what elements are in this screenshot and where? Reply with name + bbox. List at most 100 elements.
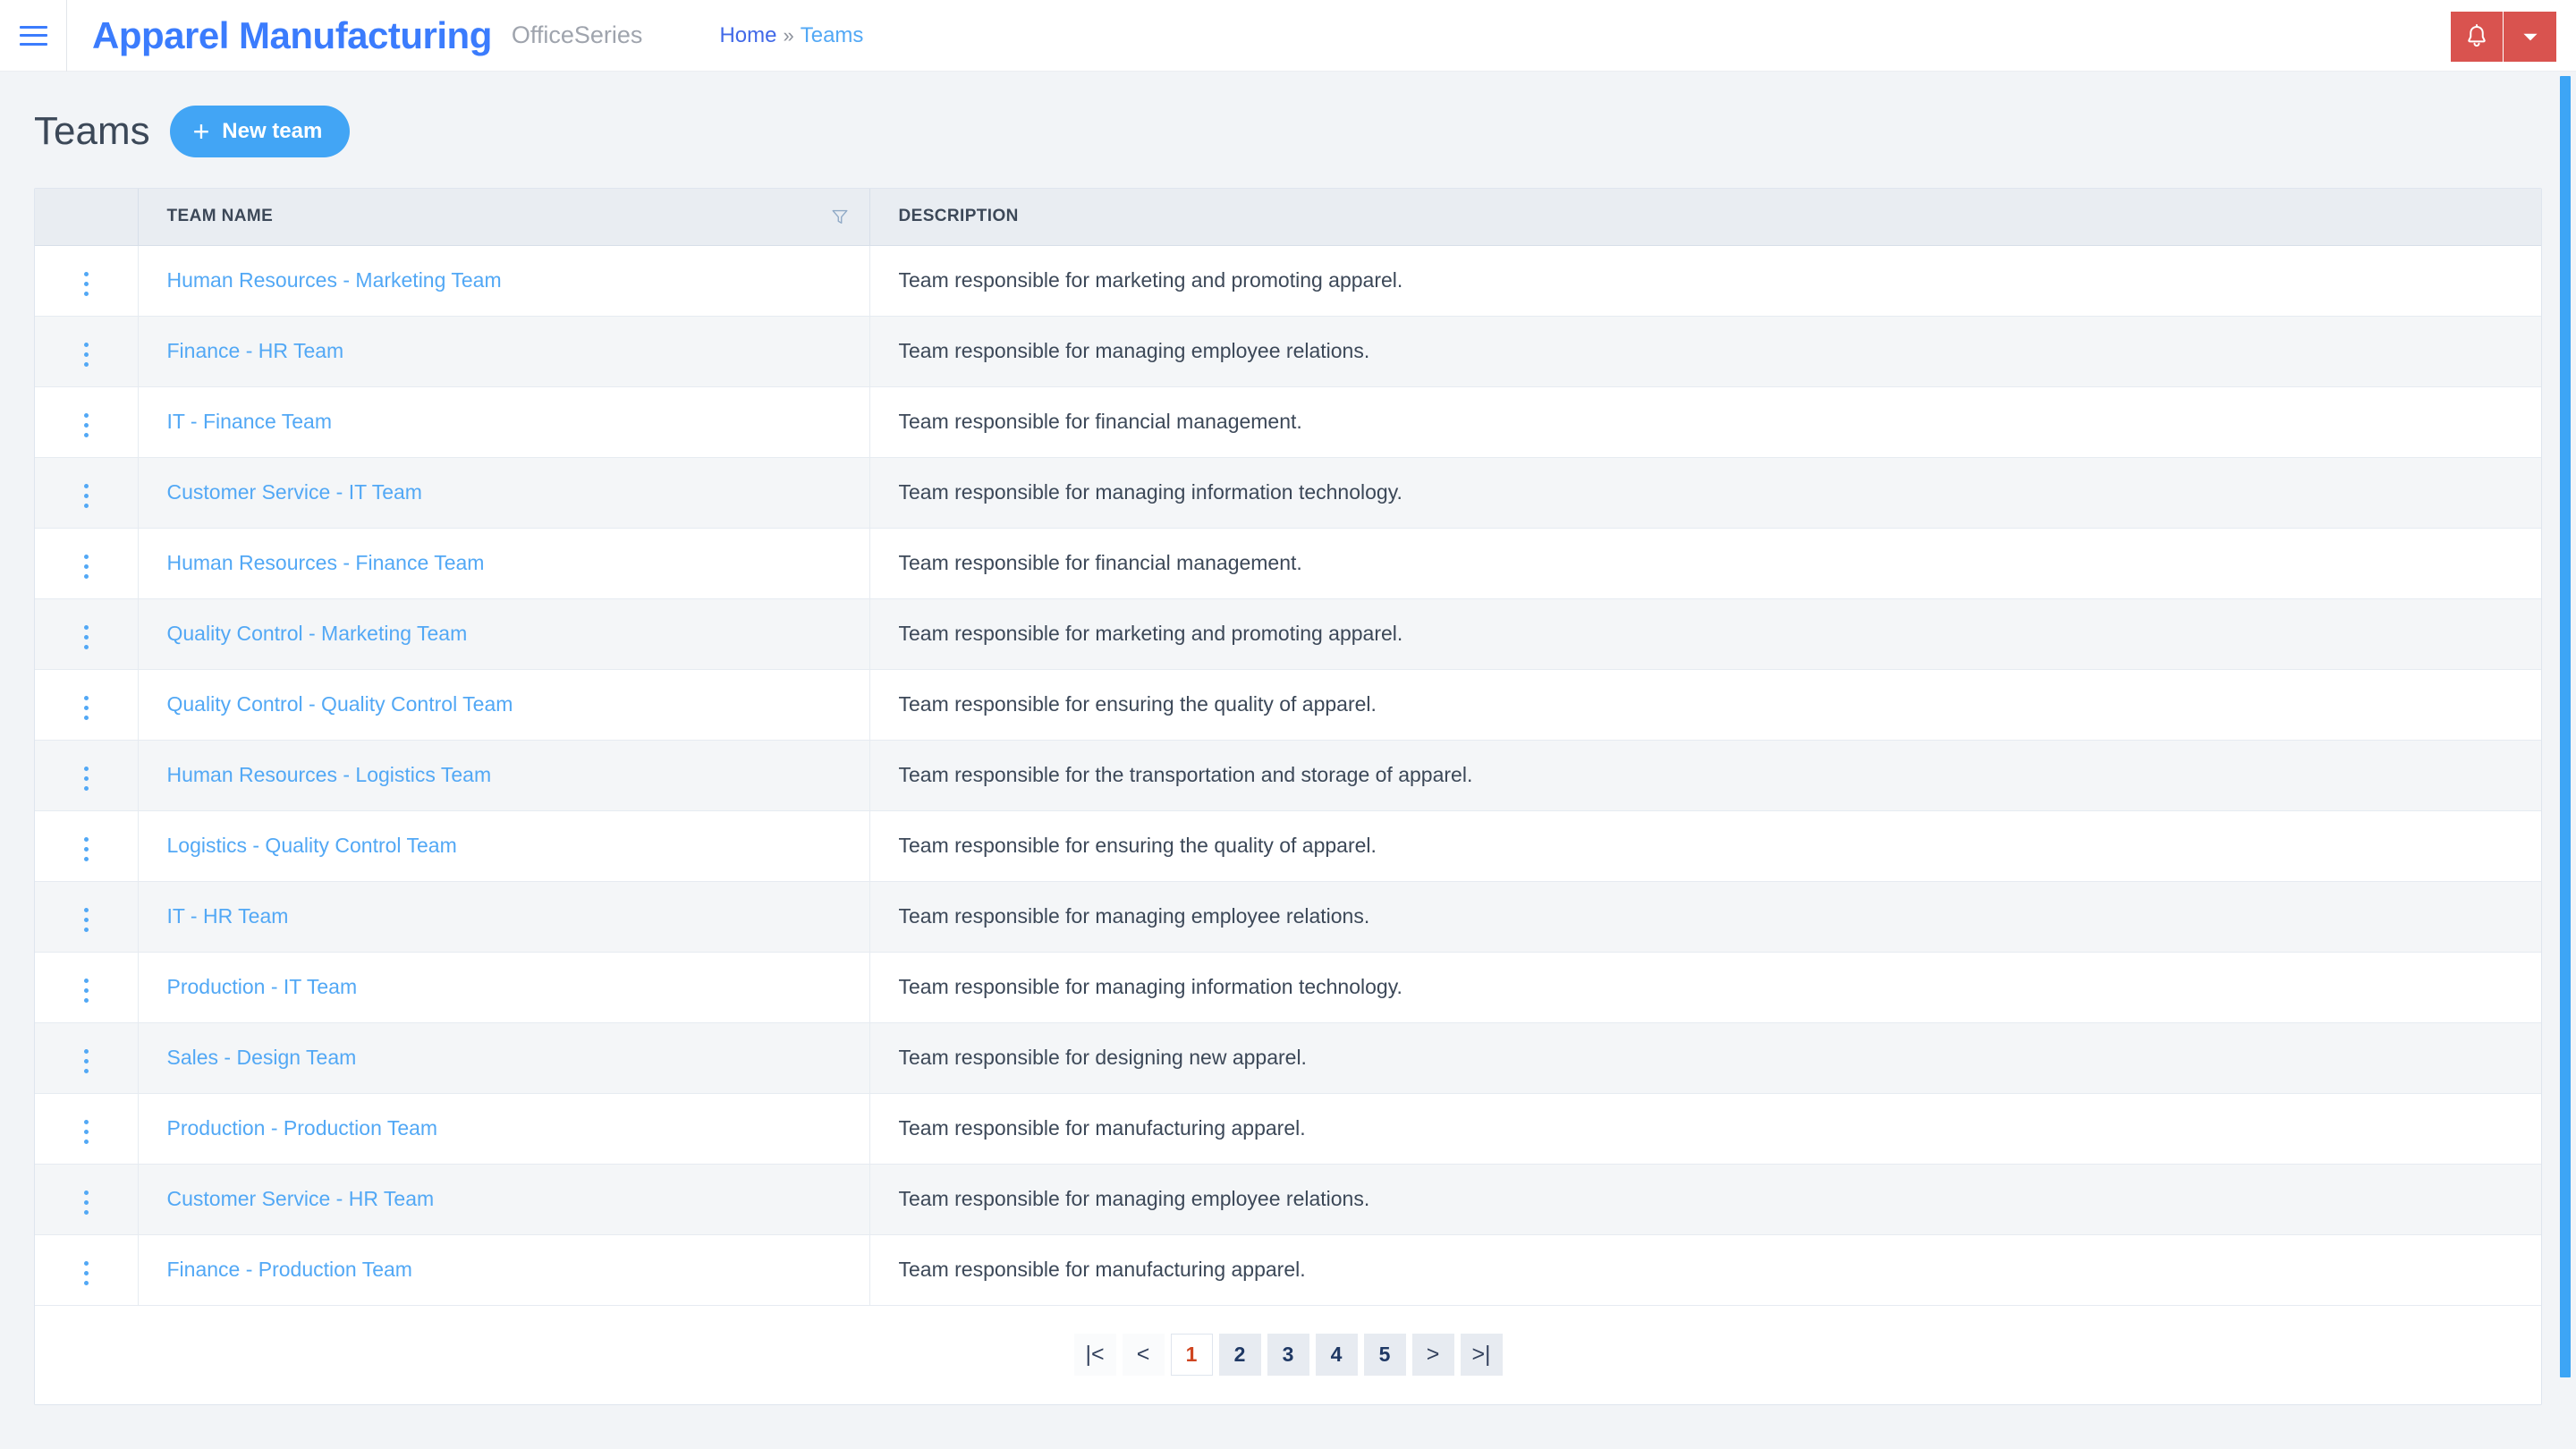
kebab-menu-icon[interactable] xyxy=(73,1254,99,1292)
table-row: Quality Control - Marketing Team Team res… xyxy=(35,598,2541,670)
team-description-cell: Team responsible for marketing and promo… xyxy=(869,598,2541,670)
pagination-prev-button[interactable]: < xyxy=(1122,1334,1165,1376)
team-name-link[interactable]: Customer Service - HR Team xyxy=(167,1187,435,1210)
kebab-menu-icon[interactable] xyxy=(73,547,99,586)
pagination-next-button[interactable]: > xyxy=(1411,1334,1454,1376)
row-actions-cell xyxy=(35,1093,139,1165)
kebab-menu-icon[interactable] xyxy=(73,689,99,727)
team-name-cell: Production - Production Team xyxy=(138,1093,870,1165)
table-row: Production - IT Team Team responsible for… xyxy=(35,952,2541,1023)
table-row: Quality Control - Quality Control Team Te… xyxy=(35,669,2541,741)
team-description-cell: Team responsible for marketing and promo… xyxy=(869,245,2541,317)
row-actions-cell xyxy=(35,810,139,882)
table-row: Finance - Production Team Team responsibl… xyxy=(35,1234,2541,1306)
navbar-right-actions xyxy=(2451,12,2556,62)
team-name-link[interactable]: Production - IT Team xyxy=(167,975,358,998)
new-team-button[interactable]: + New team xyxy=(169,106,351,157)
team-name-link[interactable]: Quality Control - Quality Control Team xyxy=(167,692,513,716)
kebab-menu-icon[interactable] xyxy=(73,618,99,657)
team-description-cell: Team responsible for the transportation … xyxy=(869,740,2541,811)
team-name-link[interactable]: Human Resources - Marketing Team xyxy=(167,268,502,292)
team-name-cell: Customer Service - HR Team xyxy=(138,1164,870,1235)
team-description-cell: Team responsible for designing new appar… xyxy=(869,1022,2541,1094)
team-description-cell: Team responsible for manufacturing appar… xyxy=(869,1093,2541,1165)
pagination-last-button[interactable]: >| xyxy=(1460,1334,1503,1376)
team-name-link[interactable]: Logistics - Quality Control Team xyxy=(167,834,457,857)
column-header-menu xyxy=(35,189,139,246)
notifications-button[interactable] xyxy=(2451,12,2504,62)
row-actions-cell xyxy=(35,740,139,811)
team-name-link[interactable]: Production - Production Team xyxy=(167,1116,438,1140)
pagination-first-button[interactable]: |< xyxy=(1073,1334,1116,1376)
column-header-description: DESCRIPTION xyxy=(869,189,2541,246)
kebab-menu-icon[interactable] xyxy=(73,901,99,939)
vertical-scrollbar-thumb[interactable] xyxy=(2560,76,2571,1377)
table-row: Production - Production Team Team respons… xyxy=(35,1093,2541,1165)
team-name-link[interactable]: Human Resources - Finance Team xyxy=(167,551,485,574)
table-row: IT - Finance Team Team responsible for fi… xyxy=(35,386,2541,458)
row-actions-cell xyxy=(35,669,139,741)
breadcrumb-separator-icon: » xyxy=(783,23,794,47)
team-name-cell: Human Resources - Marketing Team xyxy=(138,245,870,317)
row-actions-cell xyxy=(35,1234,139,1306)
breadcrumb-home-link[interactable]: Home xyxy=(719,23,776,48)
team-name-cell: Sales - Design Team xyxy=(138,1022,870,1094)
pagination-page-5[interactable]: 5 xyxy=(1363,1334,1406,1376)
hamburger-icon xyxy=(19,25,47,46)
table-header: TEAM NAME DESCRIPTION xyxy=(35,189,2541,246)
table-header-row: TEAM NAME DESCRIPTION xyxy=(35,189,2541,246)
row-actions-cell xyxy=(35,881,139,953)
filter-icon[interactable] xyxy=(830,207,850,226)
team-name-cell: Logistics - Quality Control Team xyxy=(138,810,870,882)
team-name-link[interactable]: IT - Finance Team xyxy=(167,410,333,433)
kebab-menu-icon[interactable] xyxy=(73,1113,99,1151)
kebab-menu-icon[interactable] xyxy=(73,477,99,515)
team-name-cell: Finance - Production Team xyxy=(138,1234,870,1306)
team-name-cell: IT - HR Team xyxy=(138,881,870,953)
kebab-menu-icon[interactable] xyxy=(73,830,99,869)
team-description-cell: Team responsible for manufacturing appar… xyxy=(869,1234,2541,1306)
row-actions-cell xyxy=(35,457,139,529)
bell-icon xyxy=(2468,24,2486,47)
table-row: Customer Service - HR Team Team responsib… xyxy=(35,1164,2541,1235)
team-description-cell: Team responsible for financial managemen… xyxy=(869,386,2541,458)
brand-subtitle: OfficeSeries xyxy=(511,21,643,48)
kebab-menu-icon[interactable] xyxy=(73,1183,99,1222)
team-name-link[interactable]: Finance - HR Team xyxy=(167,339,344,362)
chevron-down-icon xyxy=(2522,33,2538,41)
table-row: Human Resources - Marketing Team Team res… xyxy=(35,245,2541,317)
team-name-link[interactable]: Human Resources - Logistics Team xyxy=(167,763,492,786)
kebab-menu-icon[interactable] xyxy=(73,759,99,798)
breadcrumb-current-link[interactable]: Teams xyxy=(801,23,864,48)
new-team-button-label: New team xyxy=(222,119,323,143)
kebab-menu-icon[interactable] xyxy=(73,335,99,374)
vertical-scrollbar-track[interactable] xyxy=(2560,72,2576,1449)
team-name-link[interactable]: IT - HR Team xyxy=(167,904,289,928)
team-description-cell: Team responsible for managing employee r… xyxy=(869,1164,2541,1235)
hamburger-menu-button[interactable] xyxy=(0,0,67,72)
kebab-menu-icon[interactable] xyxy=(73,265,99,303)
team-name-cell: Quality Control - Marketing Team xyxy=(138,598,870,670)
kebab-menu-icon[interactable] xyxy=(73,406,99,445)
brand-title: Apparel Manufacturing xyxy=(92,13,492,56)
pagination-page-1[interactable]: 1 xyxy=(1170,1334,1213,1376)
team-name-cell: Human Resources - Logistics Team xyxy=(138,740,870,811)
pagination-page-2[interactable]: 2 xyxy=(1218,1334,1261,1376)
pagination-page-4[interactable]: 4 xyxy=(1315,1334,1358,1376)
kebab-menu-icon[interactable] xyxy=(73,1042,99,1080)
kebab-menu-icon[interactable] xyxy=(73,971,99,1010)
table-row: IT - HR Team Team responsible for managin… xyxy=(35,881,2541,953)
team-name-link[interactable]: Sales - Design Team xyxy=(167,1046,357,1069)
pagination-page-3[interactable]: 3 xyxy=(1267,1334,1309,1376)
user-dropdown-button[interactable] xyxy=(2504,12,2556,62)
table-row: Logistics - Quality Control Team Team res… xyxy=(35,810,2541,882)
team-name-link[interactable]: Finance - Production Team xyxy=(167,1258,412,1281)
team-name-link[interactable]: Customer Service - IT Team xyxy=(167,480,422,504)
row-actions-cell xyxy=(35,245,139,317)
row-actions-cell xyxy=(35,1022,139,1094)
row-actions-cell xyxy=(35,386,139,458)
row-actions-cell xyxy=(35,528,139,599)
column-header-team-name-label: TEAM NAME xyxy=(166,207,274,226)
team-name-link[interactable]: Quality Control - Marketing Team xyxy=(167,622,468,645)
page-content: Teams + New team TEAM NAME DESCRIPTION H… xyxy=(0,72,2576,1449)
